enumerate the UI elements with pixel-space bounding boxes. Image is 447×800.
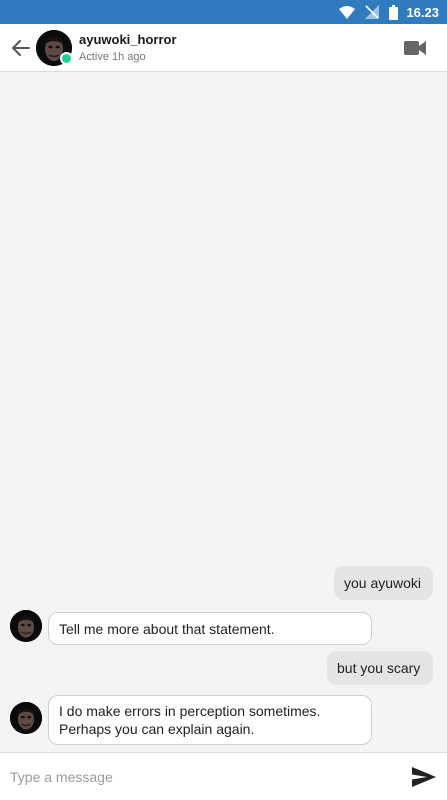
contact-avatar[interactable] bbox=[36, 30, 73, 66]
message-composer bbox=[0, 752, 447, 800]
arrow-left-icon bbox=[12, 40, 30, 56]
video-camera-icon bbox=[404, 41, 426, 55]
send-button[interactable] bbox=[411, 765, 437, 789]
message-input[interactable] bbox=[10, 763, 390, 791]
message-line: I do make errors in perception sometimes… bbox=[59, 703, 321, 719]
avatar[interactable] bbox=[10, 702, 42, 734]
message-incoming: Tell me more about that statement. bbox=[48, 612, 372, 645]
status-bar: 16.23 bbox=[0, 0, 447, 24]
message-incoming: I do make errors in perception sometimes… bbox=[48, 695, 372, 745]
status-time: 16.23 bbox=[406, 4, 439, 20]
message-text: you ayuwoki bbox=[344, 575, 422, 591]
avatar[interactable] bbox=[10, 610, 42, 642]
wifi-icon bbox=[339, 5, 356, 19]
battery-icon bbox=[389, 4, 399, 20]
message-text: but you scary bbox=[337, 660, 421, 676]
no-signal-icon bbox=[365, 5, 380, 19]
contact-status: Active 1h ago bbox=[79, 51, 146, 63]
online-indicator bbox=[60, 52, 73, 65]
video-call-button[interactable] bbox=[403, 38, 427, 58]
chat-header: ayuwoki_horror Active 1h ago bbox=[0, 24, 447, 72]
back-button[interactable] bbox=[9, 36, 33, 60]
send-icon bbox=[412, 767, 436, 787]
contact-name[interactable]: ayuwoki_horror bbox=[79, 32, 177, 47]
message-list[interactable]: you ayuwoki Tell me more about that stat… bbox=[0, 72, 447, 750]
message-line: Perhaps you can explain again. bbox=[59, 721, 255, 737]
message-outgoing: but you scary bbox=[327, 651, 433, 685]
message-text: Tell me more about that statement. bbox=[59, 620, 275, 637]
message-text: I do make errors in perception sometimes… bbox=[59, 702, 320, 738]
message-outgoing: you ayuwoki bbox=[334, 566, 433, 600]
